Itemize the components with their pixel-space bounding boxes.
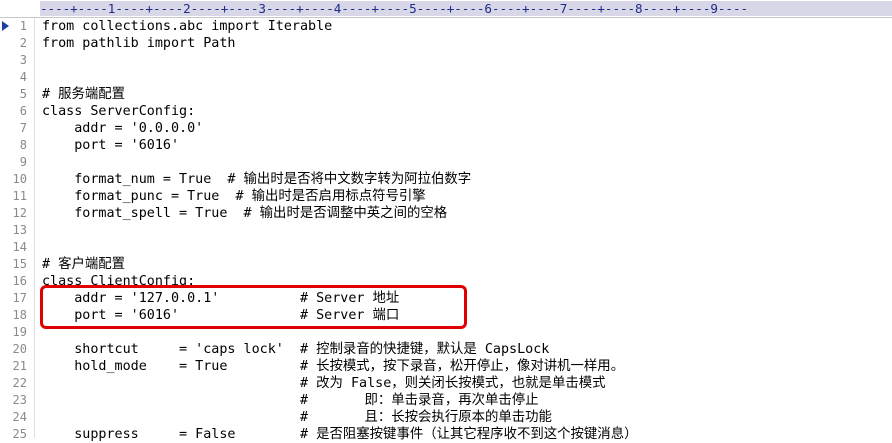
code-text[interactable]: # 且：长按会执行原本的单击功能	[42, 409, 552, 426]
code-line[interactable]: 15 # 客户端配置	[0, 256, 892, 273]
line-number: 23	[12, 392, 27, 407]
code-text[interactable]: port = '6016'	[42, 137, 179, 154]
line-number: 10	[12, 171, 27, 186]
highlight-annotation-box	[40, 285, 467, 329]
code-text[interactable]: hold_mode = True # 长按模式，按下录音，松开停止，像对讲机一样…	[42, 358, 624, 375]
line-number: 20	[12, 341, 27, 356]
code-text[interactable]: from collections.abc import Iterable	[42, 18, 332, 35]
code-text[interactable]: # 即：单击录音，再次单击停止	[42, 392, 539, 409]
code-line[interactable]: 7 addr = '0.0.0.0'	[0, 120, 892, 137]
code-text[interactable]: from pathlib import Path	[42, 35, 235, 52]
code-line[interactable]: 1 from collections.abc import Iterable	[0, 18, 892, 35]
line-number: 21	[12, 358, 27, 373]
line-number: 8	[19, 137, 27, 152]
line-number: 11	[12, 188, 27, 203]
line-number: 5	[19, 86, 27, 101]
code-text[interactable]: # 改为 False，则关闭长按模式，也就是单击模式	[42, 375, 606, 392]
line-number: 4	[19, 69, 27, 84]
code-line[interactable]: 24 # 且：长按会执行原本的单击功能	[0, 409, 892, 426]
line-number: 22	[12, 375, 27, 390]
column-ruler: ----+----1----+----2----+----3----+----4…	[40, 1, 892, 16]
code-line[interactable]: 14	[0, 239, 892, 256]
line-number: 3	[19, 52, 27, 67]
line-number: 15	[12, 256, 27, 271]
line-number: 9	[19, 154, 27, 169]
code-text[interactable]: format_punc = True # 输出时是否启用标点符号引擎	[42, 188, 425, 205]
code-line[interactable]: 9	[0, 154, 892, 171]
line-number: 1	[19, 18, 27, 33]
line-number: 24	[12, 409, 27, 424]
code-line[interactable]: 25 suppress = False # 是否阻塞按键事件（让其它程序收不到这…	[0, 426, 892, 443]
code-text[interactable]: # 服务端配置	[42, 86, 125, 103]
line-number: 2	[19, 35, 27, 50]
code-text[interactable]: class ServerConfig:	[42, 103, 195, 120]
code-line[interactable]: 2 from pathlib import Path	[0, 35, 892, 52]
line-number: 13	[12, 222, 27, 237]
ruler-bar: ----+----1----+----2----+----3----+----4…	[0, 0, 892, 18]
line-number: 17	[12, 290, 27, 305]
line-number: 18	[12, 307, 27, 322]
line-number: 12	[12, 205, 27, 220]
line-number: 19	[12, 324, 27, 339]
code-line[interactable]: 20 shortcut = 'caps lock' # 控制录音的快捷键，默认是…	[0, 341, 892, 358]
line-number: 6	[19, 103, 27, 118]
line-number: 25	[12, 426, 27, 441]
code-line[interactable]: 12 format_spell = True # 输出时是否调整中英之间的空格	[0, 205, 892, 222]
code-text[interactable]: # 客户端配置	[42, 256, 125, 273]
code-line[interactable]: 11 format_punc = True # 输出时是否启用标点符号引擎	[0, 188, 892, 205]
line-number: 14	[12, 239, 27, 254]
code-line[interactable]: 8 port = '6016'	[0, 137, 892, 154]
code-line[interactable]: 23 # 即：单击录音，再次单击停止	[0, 392, 892, 409]
code-line[interactable]: 4	[0, 69, 892, 86]
code-line[interactable]: 10 format_num = True # 输出时是否将中文数字转为阿拉伯数字	[0, 171, 892, 188]
code-text[interactable]: format_num = True # 输出时是否将中文数字转为阿拉伯数字	[42, 171, 471, 188]
code-line[interactable]: 3	[0, 52, 892, 69]
code-text[interactable]: format_spell = True # 输出时是否调整中英之间的空格	[42, 205, 447, 222]
code-line[interactable]: 22 # 改为 False，则关闭长按模式，也就是单击模式	[0, 375, 892, 392]
code-line[interactable]: 5 # 服务端配置	[0, 86, 892, 103]
line-number: 7	[19, 120, 27, 135]
code-line[interactable]: 6 class ServerConfig:	[0, 103, 892, 120]
code-text[interactable]: suppress = False # 是否阻塞按键事件（让其它程序收不到这个按键…	[42, 426, 637, 443]
line-number: 16	[12, 273, 27, 288]
code-line[interactable]: 21 hold_mode = True # 长按模式，按下录音，松开停止，像对讲…	[0, 358, 892, 375]
code-line[interactable]: 13	[0, 222, 892, 239]
code-text[interactable]: shortcut = 'caps lock' # 控制录音的快捷键，默认是 Ca…	[42, 341, 549, 358]
code-text[interactable]: addr = '0.0.0.0'	[42, 120, 203, 137]
